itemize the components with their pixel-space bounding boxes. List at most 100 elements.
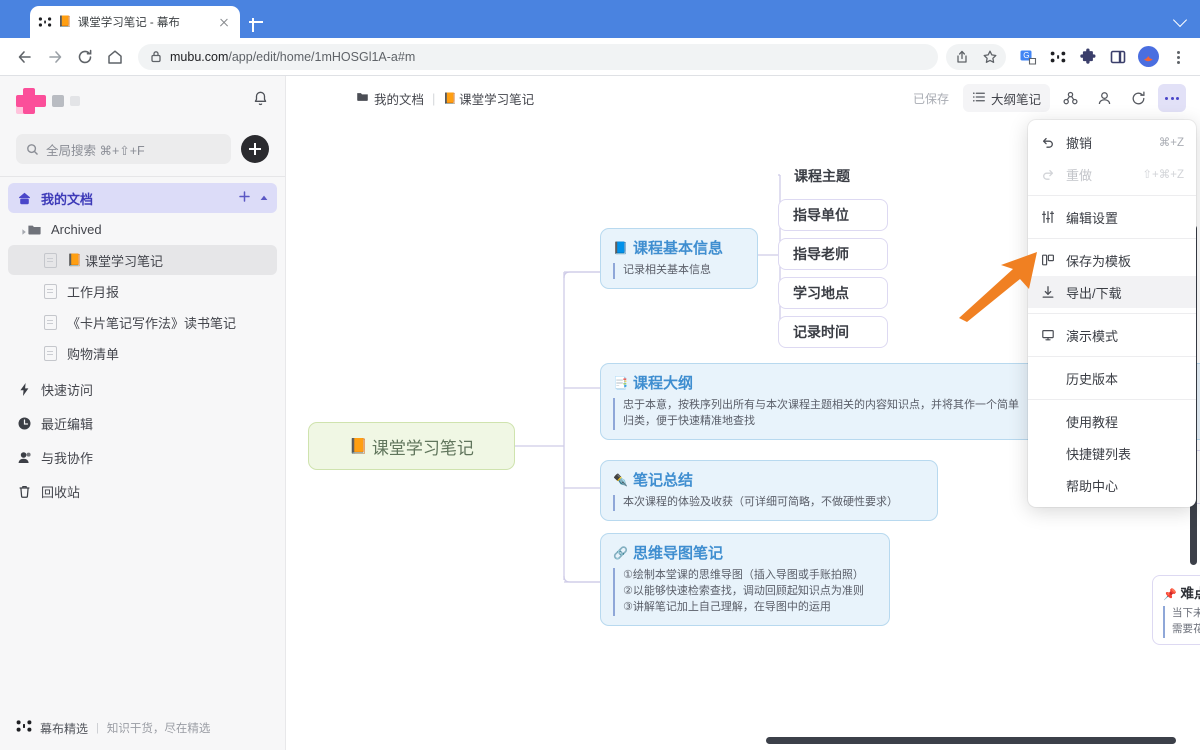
mindmap-node-mindmap-notes[interactable]: 🔗 思维导图笔记 ①绘制本堂课的思维导图（插入导图或手账拍照） ②以能够快速检索… — [600, 533, 890, 626]
document-toolbar: 我的文档 | 📙 课堂学习笔记 已保存 大纲笔记 — [286, 76, 1200, 120]
document-emoji: 📙 — [67, 253, 82, 267]
menu-item-shortcut-list[interactable]: 快捷键列表 — [1028, 437, 1196, 469]
sidebar-footer-subtitle: 知识干货，尽在精选 — [106, 723, 211, 735]
bell-icon[interactable] — [252, 90, 269, 112]
new-tab-button[interactable] — [246, 12, 266, 32]
menu-separator — [1028, 238, 1196, 239]
browser-tab[interactable]: 📙 课堂学习笔记 - 幕布 — [30, 6, 240, 38]
chevron-down-icon[interactable] — [1174, 12, 1188, 26]
node-title: 课程大纲 — [632, 375, 693, 392]
omnibox-actions — [946, 43, 1006, 71]
close-icon[interactable] — [216, 14, 232, 30]
doc-icon — [42, 345, 58, 361]
mindmap-root-node[interactable]: 📙 课堂学习笔记 — [308, 422, 515, 470]
outline-mode-label: 大纲笔记 — [990, 92, 1041, 107]
node-title: 笔记总结 — [632, 472, 693, 489]
folder-icon — [356, 90, 369, 106]
mindmap-leaf-guidance-unit[interactable]: 指导单位 — [778, 199, 888, 231]
sidebar-item-classroom-notes[interactable]: 📙 课堂学习笔记 — [8, 245, 277, 275]
toolbar-actions: 已保存 大纲笔记 — [913, 84, 1186, 112]
browser-tab-bar: 📙 课堂学习笔记 - 幕布 — [0, 0, 1200, 38]
horizontal-scrollbar[interactable] — [766, 737, 1176, 744]
back-icon[interactable] — [10, 42, 40, 72]
reload-icon[interactable] — [70, 42, 100, 72]
sidebar-item-archived[interactable]: Archived — [8, 214, 277, 244]
mindmap-node-course-basic-info[interactable]: 📘 课程基本信息 记录相关基本信息 — [600, 228, 758, 289]
document-emoji: 📙 — [443, 92, 458, 105]
sidebar-item-label: 课堂学习笔记 — [84, 253, 163, 269]
node-description: ①绘制本堂课的思维导图（插入导图或手账拍照） ②以能够快速检索查找，调动回顾起知… — [613, 568, 877, 616]
more-dots-icon[interactable] — [1158, 84, 1186, 112]
menu-item-redo[interactable]: 重做 ⇧+⌘+Z — [1028, 158, 1196, 190]
translate-icon[interactable]: G — [1014, 43, 1042, 71]
node-description: 本次课程的体验及收获（可详细可简略，不做硬性要求） — [613, 495, 925, 511]
menu-item-edit-settings[interactable]: 编辑设置 — [1028, 201, 1196, 233]
plus-icon[interactable] — [238, 190, 251, 206]
node-title: 课程基本信息 — [632, 240, 723, 257]
mindmap-leaf-record-time[interactable]: 记录时间 — [778, 316, 888, 348]
breadcrumb-item-my-documents[interactable]: 我的文档 — [356, 89, 424, 108]
chevron-right-icon[interactable] — [20, 224, 30, 235]
mindmap-node-notes-summary[interactable]: ✒️ 笔记总结 本次课程的体验及收获（可详细可简略，不做硬性要求） — [600, 460, 938, 521]
menu-item-presentation-mode[interactable]: 演示模式 — [1028, 319, 1196, 351]
menu-item-save-as-template[interactable]: 保存为模板 — [1028, 244, 1196, 276]
chrome-menu-icon[interactable] — [1164, 43, 1192, 71]
home-icon[interactable] — [100, 42, 130, 72]
breadcrumb-label: 课堂学习笔记 — [459, 92, 535, 107]
search-input[interactable]: 全局搜索 ⌘+⇧+F — [16, 134, 231, 164]
menu-item-help-center[interactable]: 帮助中心 — [1028, 469, 1196, 501]
node-title-row: ✒️ 笔记总结 — [613, 469, 925, 490]
menu-item-tutorial[interactable]: 使用教程 — [1028, 405, 1196, 437]
mubu-extension-icon[interactable] — [1044, 43, 1072, 71]
redo-icon — [1040, 167, 1056, 181]
browser-actions: G — [946, 43, 1192, 71]
mindmap-leaf-guidance-teacher[interactable]: 指导老师 — [778, 238, 888, 270]
side-panel-icon[interactable] — [1104, 43, 1132, 71]
sidebar-item-card-notes-book[interactable]: 《卡片笔记写作法》读书笔记 — [8, 307, 277, 337]
menu-item-export-download[interactable]: 导出/下载 — [1028, 276, 1196, 308]
search-icon — [27, 143, 38, 155]
tab-emoji: 📙 — [58, 15, 72, 28]
browser-nav-bar: mubu.com/app/edit/home/1mHOSGl1A-a#m G — [0, 38, 1200, 76]
refresh-icon[interactable] — [1124, 84, 1152, 112]
sidebar-item-my-documents[interactable]: 我的文档 — [8, 183, 277, 213]
chevron-up-icon[interactable] — [259, 191, 269, 206]
node-emoji: 📘 — [613, 240, 628, 255]
mindmap-node-difficulty[interactable]: 📌 难点 当下未 需要花 — [1152, 575, 1200, 645]
undo-icon — [1040, 135, 1056, 149]
profile-avatar[interactable] — [1134, 43, 1162, 71]
menu-item-label: 导出/下载 — [1066, 285, 1122, 301]
node-title: 难点 — [1180, 586, 1200, 601]
puzzle-extension-icon[interactable] — [1074, 43, 1102, 71]
mubu-logo[interactable] — [16, 88, 80, 114]
menu-item-undo[interactable]: 撤销 ⌘+Z — [1028, 126, 1196, 158]
node-title-row: 🔗 思维导图笔记 — [613, 542, 877, 563]
mindmap-leaf-course-topic[interactable]: 课程主题 — [794, 166, 850, 186]
menu-item-label: 使用教程 — [1066, 414, 1119, 430]
menu-separator — [1028, 195, 1196, 196]
sidebar-item-recent-edits[interactable]: 最近编辑 — [8, 408, 277, 438]
menu-item-label: 历史版本 — [1066, 371, 1119, 387]
sidebar-item-quick-access[interactable]: 快速访问 — [8, 374, 277, 404]
bookmark-star-icon[interactable] — [976, 43, 1004, 71]
sidebar-item-trash[interactable]: 回收站 — [8, 476, 277, 506]
user-icon[interactable] — [1090, 84, 1118, 112]
add-document-button[interactable] — [241, 135, 269, 163]
address-bar[interactable]: mubu.com/app/edit/home/1mHOSGl1A-a#m — [138, 43, 938, 70]
forward-icon[interactable] — [40, 42, 70, 72]
menu-item-version-history[interactable]: 历史版本 — [1028, 362, 1196, 394]
node-title-row: 📘 课程基本信息 — [613, 237, 745, 258]
share-icon[interactable] — [948, 43, 976, 71]
leaf-label: 指导老师 — [793, 246, 849, 262]
node-title: 思维导图笔记 — [632, 545, 723, 562]
mindmap-leaf-study-location[interactable]: 学习地点 — [778, 277, 888, 309]
outline-mode-button[interactable]: 大纲笔记 — [962, 84, 1050, 112]
share-user-icon[interactable] — [1056, 84, 1084, 112]
more-options-menu: 撤销 ⌘+Z 重做 ⇧+⌘+Z 编辑设置 保存为模板 导出/下载 演示模式 历史… — [1028, 120, 1196, 507]
menu-item-label: 撤销 — [1066, 135, 1093, 151]
breadcrumb-item-current-doc[interactable]: 📙 课堂学习笔记 — [443, 89, 534, 108]
sidebar-item-collaborate[interactable]: 与我协作 — [8, 442, 277, 472]
sidebar-item-monthly-report[interactable]: 工作月报 — [8, 276, 277, 306]
sidebar-item-shopping-list[interactable]: 购物清单 — [8, 338, 277, 368]
sidebar-footer[interactable]: 幕布精选 | 知识干货，尽在精选 — [0, 706, 286, 750]
